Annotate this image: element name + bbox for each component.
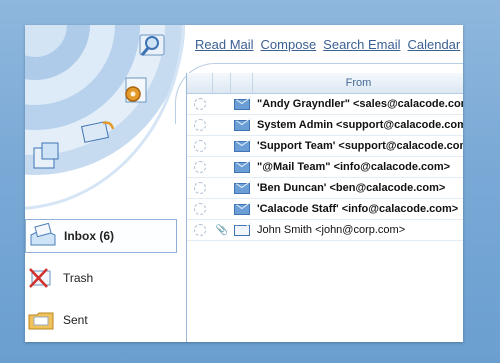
status-icon <box>194 161 206 173</box>
mail-row[interactable]: 📎 John Smith <john@corp.com> <box>187 220 463 241</box>
compose-mail-icon[interactable] <box>81 115 115 147</box>
mail-from: 'Calacode Staff' <info@calacode.com> <box>257 203 459 215</box>
mail-from: John Smith <john@corp.com> <box>257 224 406 236</box>
folder-trash[interactable]: Trash <box>25 261 177 295</box>
envelope-icon <box>234 140 250 152</box>
read-mail-link[interactable]: Read Mail <box>195 37 254 52</box>
mail-row[interactable]: "@Mail Team" <info@calacode.com> <box>187 157 463 178</box>
mail-from: 'Support Team' <support@calacode.com> <box>257 140 463 152</box>
settings-icon[interactable] <box>120 75 152 107</box>
open-envelope-icon <box>234 224 250 236</box>
address-book-icon[interactable] <box>31 140 63 172</box>
envelope-icon <box>234 161 250 173</box>
from-column-header[interactable]: From <box>253 73 463 93</box>
mail-row[interactable]: 'Support Team' <support@calacode.com> <box>187 136 463 157</box>
attachment-icon: 📎 <box>215 224 229 236</box>
trash-icon <box>27 265 57 291</box>
folder-list: Inbox (6) Trash Sent <box>25 219 177 342</box>
mail-from: System Admin <support@calacode.com> <box>257 119 463 131</box>
envelope-icon <box>234 182 250 194</box>
status-icon <box>194 119 206 131</box>
folder-sent[interactable]: Sent <box>25 303 177 337</box>
mail-from: "@Mail Team" <info@calacode.com> <box>257 161 451 173</box>
folder-label: Inbox (6) <box>64 229 114 243</box>
mail-row[interactable]: "Andy Grayndler" <sales@calacode.com> <box>187 94 463 115</box>
calendar-link[interactable]: Calendar <box>407 37 460 52</box>
mail-from: "Andy Grayndler" <sales@calacode.com> <box>257 98 463 110</box>
attachment-column-header[interactable] <box>213 73 231 93</box>
search-email-link[interactable]: Search Email <box>323 37 400 52</box>
top-navigation: Read Mail Compose Search Email Calendar <box>195 37 463 52</box>
search-mail-icon[interactable] <box>137 30 169 62</box>
envelope-icon <box>234 203 250 215</box>
mail-row[interactable]: 'Ben Duncan' <ben@calacode.com> <box>187 178 463 199</box>
sent-folder-icon <box>27 307 57 333</box>
mail-row[interactable]: 'Calacode Staff' <info@calacode.com> <box>187 199 463 220</box>
compose-link[interactable]: Compose <box>261 37 317 52</box>
folder-label: Trash <box>63 271 94 285</box>
status-icon <box>194 98 206 110</box>
envelope-icon <box>234 98 250 110</box>
status-icon <box>194 203 206 215</box>
mail-row[interactable]: System Admin <support@calacode.com> <box>187 115 463 136</box>
mail-list: From "Andy Grayndler" <sales@calacode.co… <box>186 73 463 342</box>
folder-inbox[interactable]: Inbox (6) <box>25 219 177 253</box>
folder-label: Sent <box>63 313 88 327</box>
inbox-icon <box>28 222 58 249</box>
mail-from: 'Ben Duncan' <ben@calacode.com> <box>257 182 446 194</box>
status-icon <box>194 140 206 152</box>
mail-list-header: From <box>187 73 463 94</box>
mail-window: Read Mail Compose Search Email Calendar Fro… <box>25 25 463 342</box>
status-icon <box>194 224 206 236</box>
icon-column-header[interactable] <box>231 73 253 93</box>
status-icon <box>194 182 206 194</box>
envelope-icon <box>234 119 250 131</box>
status-column-header[interactable] <box>187 73 213 93</box>
